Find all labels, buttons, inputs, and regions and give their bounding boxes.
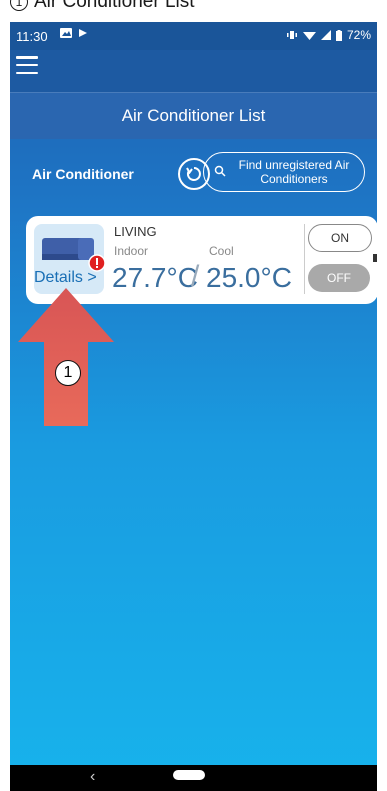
app-top-band — [10, 50, 377, 98]
battery-level: 72% — [346, 28, 371, 42]
refresh-icon — [186, 167, 201, 181]
home-pill-icon[interactable] — [173, 770, 205, 780]
mode-label: Cool — [209, 244, 234, 258]
up-arrow-icon — [18, 288, 114, 426]
page-title: Air Conditioner List — [121, 106, 266, 125]
power-off-button[interactable]: OFF — [308, 264, 370, 292]
callout-number: 1 — [55, 360, 81, 386]
status-right-icons: 72% — [286, 28, 371, 42]
unit-room-name: LIVING — [114, 224, 157, 239]
image-icon — [60, 28, 72, 38]
android-nav-bar: ‹ — [10, 765, 377, 791]
status-time: 11:30 — [16, 29, 48, 44]
indoor-temperature: 27.7°C — [112, 262, 198, 293]
power-on-button[interactable]: ON — [308, 224, 372, 252]
status-notification-icons — [60, 28, 88, 38]
temperature-divider: / — [191, 260, 200, 293]
menu-icon[interactable] — [16, 56, 38, 74]
find-unregistered-button[interactable]: Find unregistered Air Conditioners — [203, 152, 365, 192]
caption-text: Air Conditioner List — [34, 0, 195, 12]
ac-section-label: Air Conditioner — [32, 166, 134, 182]
caption-number: 1 — [10, 0, 28, 11]
wifi-icon — [302, 32, 316, 40]
find-button-label: Find unregistered Air Conditioners — [238, 158, 350, 186]
search-icon — [214, 165, 226, 177]
battery-icon — [335, 29, 342, 41]
scroll-edge-marker — [373, 254, 377, 262]
set-temperature: 25.0°C — [206, 262, 292, 293]
card-divider — [304, 224, 305, 294]
ac-header-row: Air Conditioner Find unregistered Air Co… — [10, 152, 377, 196]
status-bar: 11:30 72% — [10, 22, 377, 50]
indoor-label: Indoor — [114, 244, 149, 258]
back-icon[interactable]: ‹ — [90, 768, 95, 786]
play-icon — [79, 29, 87, 37]
details-link[interactable]: Details > — [34, 269, 97, 287]
page-title-bar: Air Conditioner List — [10, 92, 377, 139]
figure-caption: 1 Air Conditioner List — [10, 0, 195, 12]
signal-icon — [320, 30, 331, 40]
callout-arrow: 1 — [18, 288, 114, 426]
vibrate-icon — [286, 31, 297, 39]
